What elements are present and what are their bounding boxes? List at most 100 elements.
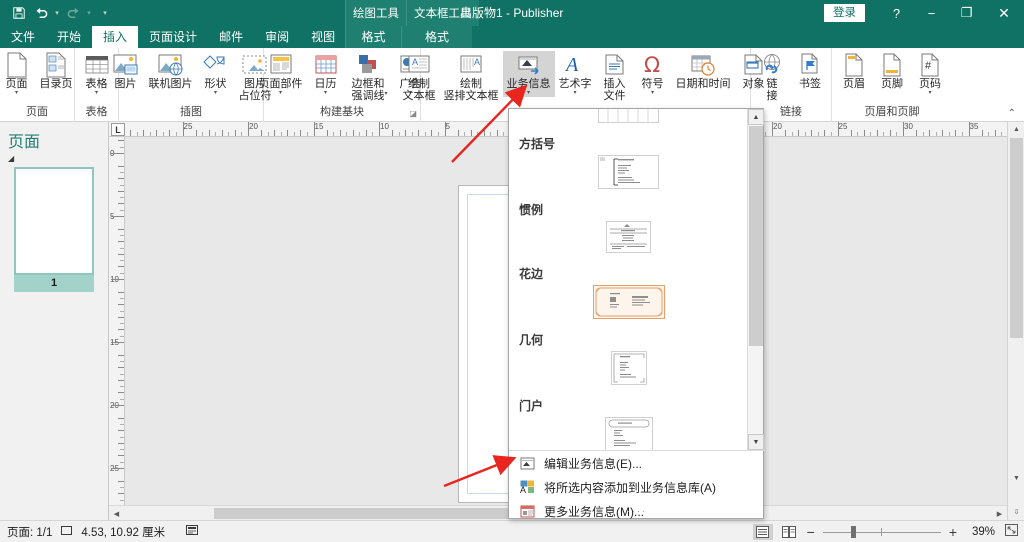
gallery-thumb-row[interactable]	[509, 415, 748, 450]
tab-mailings[interactable]: 邮件	[208, 26, 254, 48]
gallery-thumbnail-lace-selected[interactable]	[592, 285, 665, 319]
chevron-down-icon[interactable]: ▾	[324, 90, 327, 96]
tab-review[interactable]: 审阅	[254, 26, 300, 48]
ribbon-button-draw-vertical-textbox[interactable]: A 绘制 竖排文本框	[440, 51, 503, 103]
menu-item-edit-business-info[interactable]: 编辑业务信息(E)...	[509, 451, 765, 475]
page-thumbnail-item[interactable]: 1	[14, 167, 94, 292]
ribbon-button-online-picture[interactable]: 联机图片	[145, 51, 197, 91]
tab-stop-selector[interactable]: L	[111, 123, 125, 136]
gallery-thumb-row[interactable]	[509, 283, 748, 327]
redo-icon[interactable]	[62, 2, 84, 24]
ribbon-button-borders-accents[interactable]: 边框和 强调线 ▾	[345, 51, 392, 102]
close-icon[interactable]: ✕	[984, 0, 1024, 26]
chevron-down-icon[interactable]: ▾	[385, 91, 388, 97]
chevron-down-icon[interactable]: ▾	[527, 90, 530, 96]
ruler-minor-tick	[120, 209, 124, 211]
ribbon-button-calendar[interactable]: 日历 ▾	[307, 51, 345, 97]
vertical-scroll-thumb[interactable]	[1010, 138, 1023, 338]
chevron-down-icon[interactable]: ▾	[95, 90, 98, 96]
gallery-scroll-down-icon[interactable]: ▼	[748, 434, 764, 450]
zoom-slider-handle[interactable]	[850, 525, 856, 538]
business-information-gallery-dropdown[interactable]: 方括号 惯例 花边 几何 门户 ▲ ▼ 编辑业务信息(E)... A 将所选内容…	[508, 108, 765, 519]
gallery-scrollbar[interactable]: ▲ ▼	[747, 109, 764, 450]
chevron-down-icon[interactable]: ▾	[214, 90, 217, 96]
ribbon-button-wordart[interactable]: A 艺术字 ▾	[555, 51, 596, 97]
ribbon-button-hyperlink[interactable]: 链 接	[753, 51, 791, 103]
gallery-thumb-row[interactable]	[509, 349, 748, 393]
gallery-scroll-up-icon[interactable]: ▲	[748, 109, 764, 125]
scroll-left-icon[interactable]: ◀	[109, 506, 124, 521]
ribbon-button-date-time[interactable]: 日期和时间	[672, 51, 735, 91]
two-page-spread-view-icon[interactable]	[779, 524, 799, 540]
redo-dropdown-icon[interactable]: ▾	[84, 9, 94, 17]
gallery-thumbnail-convention[interactable]	[606, 221, 651, 253]
ribbon-button-bookmark[interactable]: 书签	[791, 51, 829, 91]
ribbon-button-shapes[interactable]: 形状 ▾	[197, 51, 235, 97]
gallery-scroll-thumb[interactable]	[749, 126, 763, 346]
tab-textbox-format[interactable]: 格式	[401, 26, 472, 48]
save-icon[interactable]	[8, 2, 30, 24]
ruler-minor-tick	[120, 184, 124, 186]
gallery-scroll-region[interactable]: 方括号 惯例 花边 几何 门户	[509, 109, 748, 450]
vertical-scrollbar[interactable]: ▲ ▼ ⇩	[1007, 122, 1024, 520]
customize-qat-icon[interactable]: ▾	[100, 9, 110, 17]
gallery-thumb-row[interactable]	[509, 219, 748, 261]
ribbon-button-picture[interactable]: 图片	[107, 51, 145, 91]
vertical-ruler-ticks: 051015202530	[109, 137, 124, 505]
zoom-slider[interactable]	[822, 525, 941, 539]
gallery-thumbnail[interactable]	[598, 109, 659, 123]
pages-pane-collapse-icon[interactable]: ◢	[0, 152, 108, 163]
ribbon-button-footer[interactable]: 页脚	[873, 51, 911, 91]
collapse-ribbon-icon[interactable]: ⌃	[1008, 108, 1016, 119]
tab-drawing-format[interactable]: 格式	[345, 26, 401, 48]
fit-to-window-icon[interactable]	[1005, 524, 1018, 539]
chevron-down-icon[interactable]: ▾	[651, 90, 654, 96]
chevron-down-icon[interactable]: ▾	[15, 90, 18, 96]
restore-icon[interactable]: ❐	[949, 0, 984, 26]
gallery-thumb-row[interactable]	[509, 109, 748, 131]
ribbon-button-page-number[interactable]: # 页码 ▾	[911, 51, 949, 97]
tab-insert[interactable]: 插入	[92, 26, 139, 48]
minimize-icon[interactable]: −	[914, 0, 949, 26]
ribbon-button-business-information[interactable]: 业务信息 ▾	[502, 51, 555, 97]
tab-view[interactable]: 视图	[300, 26, 346, 48]
ruler-major-tick	[903, 122, 904, 136]
ribbon-button-insert-file[interactable]: 插入 文件	[596, 51, 634, 103]
ribbon-button-draw-textbox[interactable]: A 绘制 文本框	[399, 51, 440, 103]
gallery-thumbnail-portal[interactable]	[604, 417, 653, 450]
tab-file[interactable]: 文件	[0, 26, 46, 48]
zoom-out-button[interactable]: −	[805, 524, 817, 540]
dialog-launcher-icon[interactable]: ◪	[409, 106, 417, 121]
hyperlink-icon	[758, 52, 786, 78]
sign-in-button[interactable]: 登录	[824, 4, 865, 22]
ribbon-button-header[interactable]: 页眉	[835, 51, 873, 91]
zoom-in-button[interactable]: +	[947, 524, 959, 540]
ruler-minor-tick	[870, 132, 872, 136]
ribbon-button-symbol[interactable]: Ω 符号 ▾	[634, 51, 672, 97]
dropdown-resize-grip[interactable]: ····	[509, 506, 765, 516]
chevron-down-icon[interactable]: ▾	[573, 90, 576, 96]
scroll-right-icon[interactable]: ▶	[992, 506, 1007, 521]
ribbon-button-catalog-pages[interactable]: 目录页	[36, 51, 77, 91]
chevron-down-icon[interactable]: ▾	[928, 90, 931, 96]
gallery-thumb-row[interactable]	[509, 153, 748, 197]
ruler-minor-tick	[477, 132, 479, 136]
help-icon[interactable]: ?	[879, 0, 914, 26]
tab-home[interactable]: 开始	[46, 26, 92, 48]
undo-icon[interactable]	[30, 2, 52, 24]
scroll-down-icon[interactable]: ▼	[1008, 471, 1024, 486]
tab-page-design[interactable]: 页面设计	[138, 26, 208, 48]
vertical-ruler[interactable]: 051015202530	[109, 137, 125, 505]
menu-item-add-to-business-info-library[interactable]: A 将所选内容添加到业务信息库(A)	[509, 475, 765, 499]
scroll-page-down-icon[interactable]: ⇩	[1008, 503, 1024, 520]
page-thumbnail[interactable]	[14, 167, 94, 275]
gallery-thumbnail-geometry[interactable]	[610, 351, 647, 385]
single-page-view-icon[interactable]	[752, 523, 773, 540]
undo-dropdown-icon[interactable]: ▾	[52, 9, 62, 17]
edit-business-info-icon	[519, 456, 536, 471]
scroll-up-icon[interactable]: ▲	[1008, 122, 1024, 137]
ribbon-button-page[interactable]: 页面 ▾	[0, 51, 36, 97]
gallery-thumbnail-bracket[interactable]	[598, 155, 659, 189]
ribbon-button-page-parts[interactable]: 页面部件 ▾	[255, 51, 307, 97]
chevron-down-icon[interactable]: ▾	[279, 90, 282, 96]
